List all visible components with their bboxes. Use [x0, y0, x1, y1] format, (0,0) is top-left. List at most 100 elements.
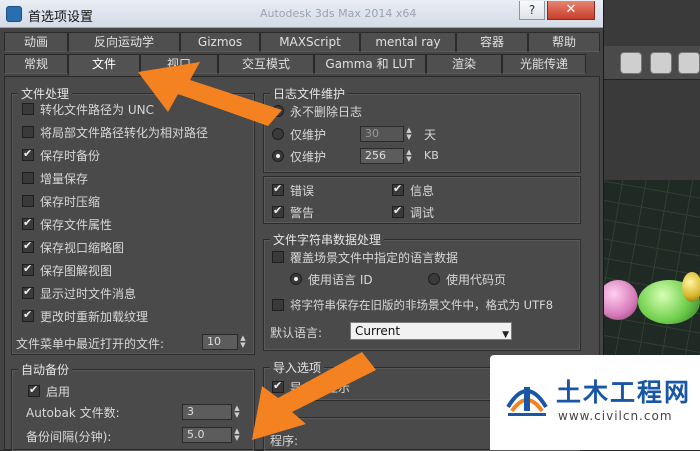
file-handling-option-label: 显示过时文件消息 [40, 286, 137, 301]
spinner-arrows-icon[interactable]: ▲ ▼ [404, 126, 414, 142]
auto-backup-enable-checkbox[interactable] [28, 383, 40, 397]
tab-gamma-lut[interactable]: Gamma 和 LUT [314, 54, 426, 74]
legacy-utf8-checkbox[interactable] [272, 299, 284, 311]
file-handling-checkbox[interactable] [22, 216, 34, 230]
tab-containers[interactable]: 容器 [456, 32, 528, 52]
keep-days-label: 仅维护 [290, 127, 327, 142]
autobak-files-input[interactable]: 3 [182, 404, 232, 420]
file-handling-option-label: 保存图解视图 [40, 263, 113, 278]
string-data-label: 文件字符串数据处理 [270, 231, 385, 248]
log-info-option[interactable]: 信息 [392, 181, 434, 199]
days-unit: 天 [424, 128, 437, 142]
keep-kb-option[interactable]: 仅维护 [272, 147, 326, 165]
log-debug-option[interactable]: 调试 [392, 203, 434, 221]
file-handling-option[interactable]: 保存视口缩略图 [22, 238, 124, 256]
backup-interval-input[interactable]: 5.0 [182, 427, 232, 443]
file-handling-option[interactable]: 保存图解视图 [22, 261, 112, 279]
tab-interaction-mode[interactable]: 交互模式 [218, 54, 314, 74]
file-handling-option[interactable]: 更改时重新加载纹理 [22, 307, 148, 325]
log-maintenance-label: 日志文件维护 [270, 85, 349, 102]
render-frame-icon [650, 52, 672, 74]
tab-rendering[interactable]: 渲染 [426, 54, 502, 74]
override-language-checkbox[interactable] [272, 251, 284, 263]
log-warning-option[interactable]: 警告 [272, 203, 314, 221]
log-error-checkbox[interactable] [272, 182, 284, 196]
civilcn-logo-icon [506, 387, 548, 416]
import-options-label: 导入选项 [270, 359, 325, 376]
help-button[interactable]: ? [519, 1, 545, 20]
recent-files-spinner[interactable]: 10 ▲ ▼ [202, 334, 248, 350]
never-delete-logs-option[interactable]: 永不删除日志 [272, 102, 362, 120]
keep-days-radio[interactable] [272, 128, 284, 140]
file-handling-option[interactable]: 转化文件路径为 UNC [22, 100, 154, 118]
use-codepage-radio[interactable] [428, 273, 440, 285]
file-handling-checkbox[interactable] [22, 195, 34, 207]
spinner-arrows-icon[interactable]: ▲ ▼ [238, 334, 248, 350]
keep-days-input[interactable]: 30 [360, 126, 404, 142]
legacy-utf8-option[interactable]: 将字符串保存在旧版的非场景文件中，格式为 UTF8 [272, 296, 553, 314]
file-handling-checkbox[interactable] [22, 147, 34, 161]
tab-ik[interactable]: 反向运动学 [68, 32, 180, 52]
tab-animation[interactable]: 动画 [4, 32, 68, 52]
tab-files[interactable]: 文件 [68, 54, 140, 76]
tab-radiosity[interactable]: 光能传递 [502, 54, 586, 74]
tab-general[interactable]: 常规 [4, 54, 68, 74]
default-language-select[interactable]: Current ▼ [350, 322, 512, 340]
override-language-option[interactable]: 覆盖场景文件中指定的语言数据 [272, 248, 458, 266]
file-handling-option-label: 保存文件属性 [40, 217, 113, 232]
file-handling-option[interactable]: 增量保存 [22, 169, 88, 187]
keep-kb-spinner[interactable]: 256 ▲ ▼ [360, 148, 414, 164]
tab-maxscript[interactable]: MAXScript [260, 32, 360, 52]
tab-mental-ray[interactable]: mental ray [360, 32, 456, 52]
watermark: 土木工程网 www.civilcn.com [490, 355, 700, 450]
file-handling-option[interactable]: 保存文件属性 [22, 215, 112, 233]
file-handling-checkbox[interactable] [22, 126, 34, 138]
tab-viewports[interactable]: 视口 [140, 54, 218, 74]
tabs-row-1: 动画 反向运动学 Gizmos MAXScript mental ray 容器 … [4, 32, 600, 52]
spinner-arrows-icon[interactable]: ▲ ▼ [404, 148, 414, 164]
log-info-label: 信息 [410, 183, 435, 198]
file-handling-checkbox[interactable] [22, 308, 34, 322]
log-warning-checkbox[interactable] [272, 204, 284, 218]
file-handling-option[interactable]: 显示过时文件消息 [22, 284, 136, 302]
never-delete-logs-radio[interactable] [272, 105, 284, 117]
file-handling-checkbox[interactable] [22, 103, 34, 115]
file-handling-option-label: 增量保存 [40, 171, 89, 186]
log-error-option[interactable]: 错误 [272, 181, 314, 199]
file-handling-option[interactable]: 保存时备份 [22, 146, 100, 164]
file-handling-option[interactable]: 将局部文件路径转化为相对路径 [22, 123, 208, 141]
keep-days-option[interactable]: 仅维护 [272, 125, 326, 143]
close-button[interactable]: ✕ [547, 1, 595, 20]
log-info-checkbox[interactable] [392, 182, 404, 196]
program-label: 程序: [270, 434, 299, 448]
import-show-label: 导入时显示 [290, 380, 351, 395]
spinner-arrows-icon[interactable]: ▲ ▼ [232, 427, 242, 443]
file-handling-checkbox[interactable] [22, 239, 34, 253]
legacy-utf8-label: 将字符串保存在旧版的非场景文件中，格式为 UTF8 [290, 298, 554, 312]
keep-kb-radio[interactable] [272, 150, 284, 162]
log-debug-checkbox[interactable] [392, 204, 404, 218]
kb-unit: KB [424, 149, 439, 162]
tab-help[interactable]: 帮助 [528, 32, 600, 52]
tab-gizmos[interactable]: Gizmos [180, 32, 260, 52]
spinner-arrows-icon[interactable]: ▲ ▼ [232, 404, 242, 420]
app-icon [6, 6, 22, 22]
keep-days-spinner[interactable]: 30 ▲ ▼ [360, 126, 414, 142]
use-language-id-option[interactable]: 使用语言 ID [290, 270, 373, 288]
autobak-files-spinner[interactable]: 3 ▲ ▼ [182, 404, 242, 420]
recent-files-input[interactable]: 10 [202, 334, 238, 350]
auto-backup-enable-label: 启用 [46, 384, 71, 399]
use-codepage-option[interactable]: 使用代码页 [428, 270, 506, 288]
import-show-checkbox[interactable] [272, 379, 284, 393]
auto-backup-enable[interactable]: 启用 [28, 382, 70, 400]
file-handling-checkbox[interactable] [22, 172, 34, 184]
log-flags-group: 错误 信息 警告 调试 [263, 176, 581, 224]
backup-interval-spinner[interactable]: 5.0 ▲ ▼ [182, 427, 242, 443]
file-handling-checkbox[interactable] [22, 285, 34, 299]
default-language-value: Current [355, 324, 401, 338]
use-language-id-radio[interactable] [290, 273, 302, 285]
keep-kb-input[interactable]: 256 [360, 148, 404, 164]
import-show-option[interactable]: 导入时显示 [272, 378, 350, 396]
file-handling-checkbox[interactable] [22, 262, 34, 276]
file-handling-option[interactable]: 保存时压缩 [22, 192, 100, 210]
